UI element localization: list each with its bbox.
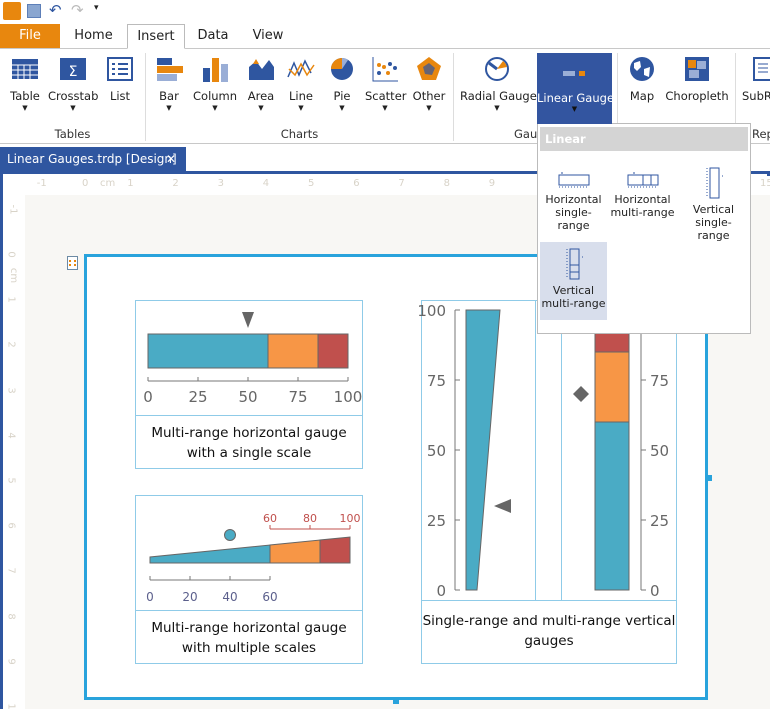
gauge-panel-multiple-scales[interactable]: Multi-range horizontal gauge with multip…	[135, 495, 363, 664]
ruler-tick: 9	[488, 178, 496, 189]
crosstab-icon: Σ	[60, 58, 86, 80]
ruler-tick: 7	[5, 567, 17, 575]
dropdown-header: Linear	[540, 127, 748, 151]
choropleth-icon	[685, 57, 709, 81]
customize-icon[interactable]: ▾	[94, 3, 99, 13]
subreport-button[interactable]: SubR	[742, 55, 770, 103]
resize-handle[interactable]	[706, 475, 712, 481]
ruler-unit: cm	[100, 178, 116, 189]
list-button[interactable]: List	[104, 55, 136, 103]
pie-button[interactable]: Pie ▼	[326, 55, 358, 113]
horizontal-single-range-icon	[558, 172, 589, 188]
group-label-tables: Tables	[54, 127, 91, 141]
ruler-tick: 1	[127, 178, 134, 189]
line-button[interactable]: Line ▼	[285, 55, 317, 113]
vertical-multi-range-icon	[566, 248, 583, 280]
ruler-tick: 5	[5, 477, 17, 484]
area-button[interactable]: Area ▼	[244, 55, 278, 113]
globe-icon	[630, 57, 654, 81]
ruler-tick: 0	[82, 178, 89, 189]
vertical-multi-range-item[interactable]: Vertical multi-range	[540, 242, 607, 320]
list-icon	[107, 57, 133, 81]
ruler-tick: 15	[760, 178, 770, 189]
column-chart-icon	[203, 58, 228, 82]
ruler-tick: 3	[5, 386, 17, 394]
line-chart-icon	[287, 59, 315, 78]
ruler-tick: 9	[5, 658, 17, 665]
ruler-unit: cm	[8, 267, 20, 284]
tab-insert[interactable]: Insert	[127, 24, 185, 49]
scatter-chart-icon	[372, 57, 398, 82]
linear-gauge-dropdown: Linear Horizontal single-range Horizonta…	[537, 123, 751, 334]
gauge-panel-vertical[interactable]: Single-range and multi-range vertical ga…	[421, 300, 677, 664]
report-section-icon[interactable]	[67, 256, 78, 270]
group-label-report: Rep	[752, 127, 770, 141]
tab-view[interactable]: View	[242, 24, 294, 48]
other-button[interactable]: Other ▼	[410, 55, 448, 113]
app-logo-icon	[3, 2, 21, 20]
scatter-button[interactable]: Scatter ▼	[365, 55, 407, 113]
ruler-tick: 0	[5, 251, 17, 258]
ruler-tick: 6	[353, 178, 360, 189]
close-tab-icon[interactable]: ✕	[166, 147, 176, 172]
bar-chart-icon	[157, 58, 183, 81]
table-button[interactable]: Table ▼	[6, 55, 44, 113]
table-icon	[12, 59, 38, 79]
radial-gauge-button[interactable]: Radial Gauge ▼	[460, 55, 537, 113]
vertical-single-range-icon	[706, 167, 723, 199]
gauge-panel-single-scale[interactable]: Multi-range horizontal gauge with a sing…	[135, 300, 363, 469]
ruler-tick: 8	[5, 612, 17, 620]
ruler-tick: 5	[308, 178, 315, 189]
ruler-tick: 2	[172, 178, 179, 189]
linear-gauge-button[interactable]: Linear Gauge ▼	[537, 53, 614, 124]
save-icon[interactable]	[27, 4, 41, 18]
ruler-tick: 6	[5, 522, 17, 529]
horizontal-multi-range-icon	[627, 172, 658, 188]
caption: Multi-range horizontal gauge with multip…	[136, 610, 362, 664]
crosstab-button[interactable]: Σ Crosstab ▼	[48, 55, 98, 113]
svg-text:Σ: Σ	[69, 64, 78, 80]
horizontal-single-range-item[interactable]: Horizontal single-range	[540, 161, 607, 239]
ruler-tick: -1	[7, 204, 19, 215]
ruler-tick: 1	[5, 296, 17, 303]
ruler-tick: 8	[443, 178, 450, 189]
document-tab[interactable]: Linear Gauges.trdp [Design] ✕	[0, 147, 186, 172]
group-label-charts: Charts	[280, 127, 319, 141]
radar-chart-icon	[417, 57, 441, 80]
linear-gauge-icon	[562, 71, 585, 76]
bar-button[interactable]: Bar ▼	[152, 55, 186, 113]
radial-gauge-icon	[485, 57, 509, 81]
vertical-single-range-item[interactable]: Vertical single-range	[680, 161, 747, 242]
ruler-tick: 3	[217, 178, 224, 189]
caption: Single-range and multi-range vertical ga…	[422, 600, 676, 664]
redo-icon[interactable]: ↷	[71, 1, 84, 19]
undo-icon[interactable]: ↶	[49, 1, 62, 19]
ruler-tick: 4	[262, 178, 270, 189]
tab-home[interactable]: Home	[62, 24, 125, 48]
resize-handle[interactable]	[393, 698, 399, 704]
tab-data[interactable]: Data	[186, 24, 240, 48]
map-button[interactable]: Map	[624, 55, 660, 103]
choropleth-button[interactable]: Choropleth	[664, 55, 730, 103]
subreport-icon	[753, 57, 770, 81]
ruler-tick: 7	[398, 178, 405, 189]
caption: Multi-range horizontal gauge with a sing…	[136, 415, 362, 469]
horizontal-multi-range-item[interactable]: Horizontal multi-range	[609, 161, 676, 239]
ruler-tick: 2	[5, 341, 17, 349]
tab-file[interactable]: File	[0, 24, 60, 48]
ruler-tick: -1	[36, 178, 47, 189]
ruler-tick: 4	[5, 432, 17, 439]
column-button[interactable]: Column ▼	[193, 55, 237, 113]
pie-chart-icon	[331, 58, 353, 80]
area-chart-icon	[249, 59, 274, 80]
